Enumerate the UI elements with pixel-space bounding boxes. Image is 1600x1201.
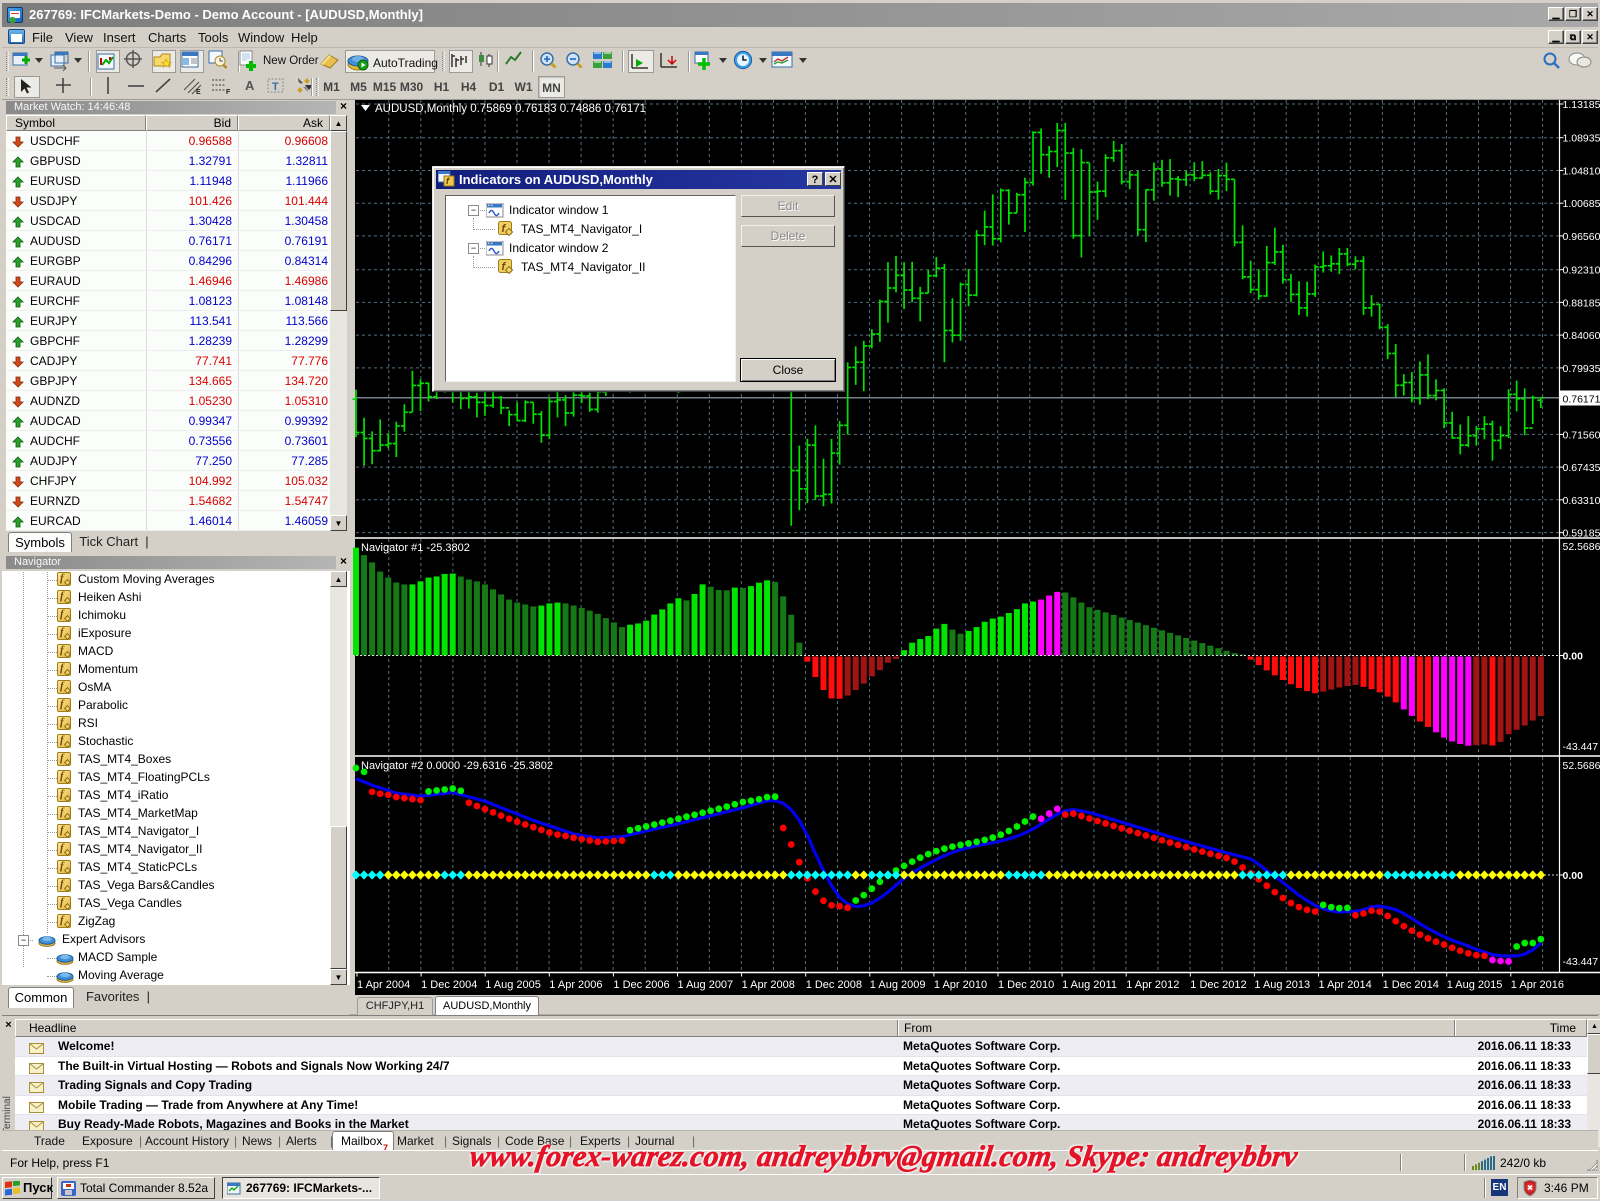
svg-text:0.76171: 0.76171 <box>1563 393 1600 405</box>
svg-text:1 Dec 2006: 1 Dec 2006 <box>613 979 669 991</box>
svg-text:-43.447: -43.447 <box>1563 741 1599 753</box>
svg-text:0.92310: 0.92310 <box>1563 265 1600 277</box>
svg-text:E: E <box>196 89 201 95</box>
svg-text:1.13185: 1.13185 <box>1563 99 1600 111</box>
svg-text:0.71560: 0.71560 <box>1563 429 1600 441</box>
svg-text:Navigator #1 -25.3802: Navigator #1 -25.3802 <box>361 542 470 554</box>
svg-text:1 Dec 2008: 1 Dec 2008 <box>806 979 862 991</box>
svg-text:1 Aug 2009: 1 Aug 2009 <box>870 979 926 991</box>
svg-text:F: F <box>226 89 231 95</box>
svg-text:1 Apr 2004: 1 Apr 2004 <box>357 979 410 991</box>
svg-text:1 Dec 2010: 1 Dec 2010 <box>998 979 1054 991</box>
svg-text:1 Apr 2012: 1 Apr 2012 <box>1126 979 1179 991</box>
svg-text:AUDUSD,Monthly 0.75869 0.7618: AUDUSD,Monthly 0.75869 0.76183 0.74886 0… <box>375 103 646 115</box>
svg-text:1 Dec 2012: 1 Dec 2012 <box>1190 979 1246 991</box>
svg-text:1 Apr 2014: 1 Apr 2014 <box>1319 979 1372 991</box>
svg-text:52.5686: 52.5686 <box>1563 760 1600 772</box>
svg-text:1 Apr 2016: 1 Apr 2016 <box>1511 979 1564 991</box>
svg-text:1 Aug 2005: 1 Aug 2005 <box>485 979 541 991</box>
svg-text:1.08935: 1.08935 <box>1563 133 1600 145</box>
svg-text:-43.447: -43.447 <box>1563 956 1599 968</box>
svg-text:Navigator #2 0.0000 -29.6316 -: Navigator #2 0.0000 -29.6316 -25.3802 <box>361 760 553 772</box>
svg-text:1.04810: 1.04810 <box>1563 166 1600 178</box>
svg-text:0.96560: 0.96560 <box>1563 231 1600 243</box>
svg-text:0.00: 0.00 <box>1563 870 1584 882</box>
svg-text:T: T <box>272 81 279 93</box>
svg-text:1 Apr 2010: 1 Apr 2010 <box>934 979 987 991</box>
svg-text:0.79935: 0.79935 <box>1563 363 1600 375</box>
svg-text:1 Aug 2015: 1 Aug 2015 <box>1447 979 1503 991</box>
svg-text:1 Dec 2014: 1 Dec 2014 <box>1383 979 1439 991</box>
svg-text:1 Aug 2013: 1 Aug 2013 <box>1254 979 1310 991</box>
svg-text:0.84060: 0.84060 <box>1563 330 1600 342</box>
svg-text:1 Aug 2011: 1 Aug 2011 <box>1062 979 1117 991</box>
svg-text:52.5686: 52.5686 <box>1563 541 1600 553</box>
svg-text:0.63310: 0.63310 <box>1563 495 1600 507</box>
svg-text:0.88185: 0.88185 <box>1563 297 1600 309</box>
svg-text:1 Aug 2007: 1 Aug 2007 <box>678 979 734 991</box>
svg-text:1 Apr 2008: 1 Apr 2008 <box>742 979 795 991</box>
svg-text:0.67435: 0.67435 <box>1563 462 1600 474</box>
svg-text:0.00: 0.00 <box>1563 651 1584 663</box>
svg-text:0.59185: 0.59185 <box>1563 528 1600 540</box>
svg-text:1.00685: 1.00685 <box>1563 198 1600 210</box>
svg-text:1 Apr 2006: 1 Apr 2006 <box>549 979 602 991</box>
svg-text:1 Dec 2004: 1 Dec 2004 <box>421 979 477 991</box>
